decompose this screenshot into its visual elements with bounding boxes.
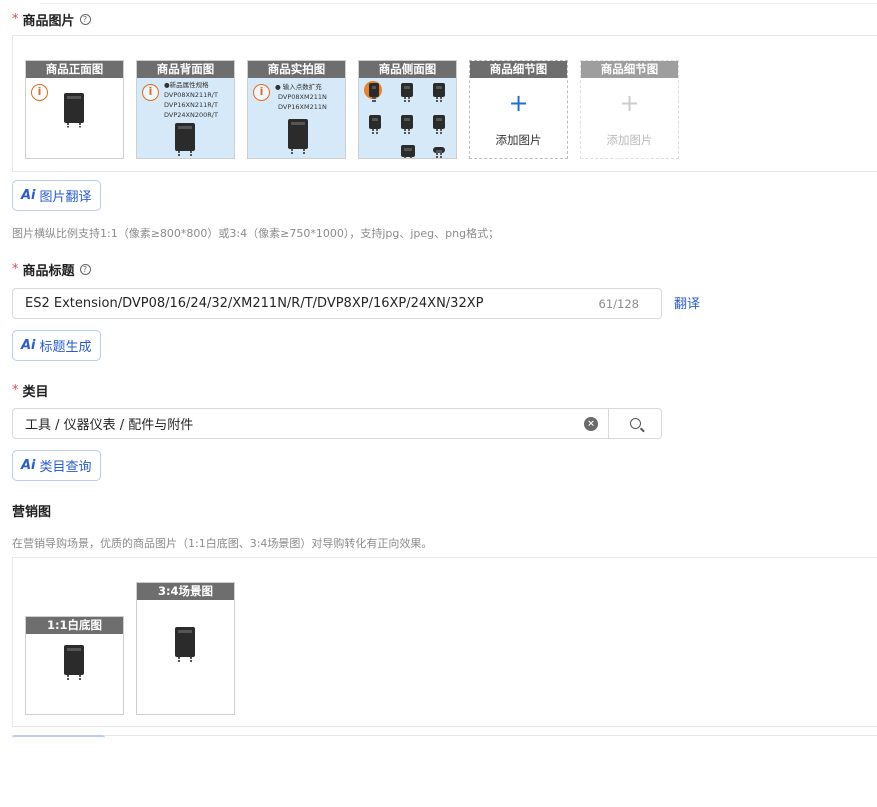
product-images-panel: 商品正面图 i 商品背面图 i ●新品属性规格 DVP08XN211R/T DV… bbox=[12, 35, 877, 172]
marketing-slot-caption: 3:4场景图 bbox=[137, 583, 234, 600]
product-photo bbox=[433, 147, 445, 156]
product-photo bbox=[175, 627, 195, 660]
product-photo bbox=[433, 83, 445, 100]
image-text: DVP16XM211N bbox=[278, 103, 327, 111]
required-mark: * bbox=[12, 262, 19, 277]
image-text: DVP16XN211R/T bbox=[164, 101, 218, 109]
add-image-label[interactable]: 添加图片 bbox=[470, 132, 567, 148]
image-translate-label: 图片翻译 bbox=[39, 190, 92, 205]
product-title-input[interactable]: ES2 Extension/DVP08/16/24/32/XM211N/R/T/… bbox=[12, 288, 662, 319]
product-photo bbox=[175, 123, 195, 154]
image-text: DVP24XN200R/T bbox=[164, 111, 218, 119]
category-search-button[interactable] bbox=[608, 409, 661, 438]
category-query-label: 类目查询 bbox=[39, 460, 92, 475]
plus-icon[interactable]: + bbox=[470, 89, 567, 117]
image-slot-caption: 商品细节图 bbox=[470, 61, 567, 78]
image-format-hint: 图片横纵比例支持1:1（像素≥800*800）或3:4（像素≥750*1000）… bbox=[12, 227, 500, 240]
image-slot-detail-add[interactable]: 商品细节图 + 添加图片 bbox=[469, 60, 568, 159]
category-label: * 类目 bbox=[12, 381, 49, 400]
image-text: DVP08XM211N bbox=[278, 93, 327, 101]
search-icon bbox=[629, 418, 641, 429]
marketing-heading: 营销图 bbox=[12, 505, 52, 520]
product-title-value[interactable]: ES2 Extension/DVP08/16/24/32/XM211N/R/T/… bbox=[13, 296, 599, 311]
category-select[interactable]: 工具 / 仪器仪表 / 配件与附件 × bbox=[12, 408, 662, 439]
warning-icon[interactable]: i bbox=[253, 84, 270, 101]
image-slot-real[interactable]: 商品实拍图 i ● 输入点数扩充 DVP08XM211N DVP16XM211N bbox=[247, 60, 346, 159]
warning-icon[interactable]: i bbox=[142, 84, 159, 101]
marketing-hint: 在营销导购场景，优质的商品图片（1:1白底图、3:4场景图）对导购转化有正向效果… bbox=[12, 537, 433, 550]
image-slot-side[interactable]: 商品侧面图 bbox=[358, 60, 457, 159]
clear-icon[interactable]: × bbox=[584, 416, 598, 431]
required-mark: * bbox=[12, 383, 19, 398]
marketing-slot-white-bg[interactable]: 1:1白底图 bbox=[25, 616, 124, 715]
help-icon[interactable]: ? bbox=[79, 264, 91, 275]
next-ai-button-edge bbox=[12, 735, 105, 738]
char-count: 61/128 bbox=[598, 296, 639, 311]
ai-icon: Ai bbox=[21, 188, 36, 203]
ai-icon: Ai bbox=[21, 458, 36, 473]
product-images-title: 商品图片 bbox=[22, 14, 75, 29]
title-generate-label: 标题生成 bbox=[39, 340, 92, 355]
image-slot-caption: 商品正面图 bbox=[26, 61, 123, 78]
image-text: ●新品属性规格 bbox=[164, 81, 209, 89]
product-photo bbox=[401, 83, 413, 100]
product-photo bbox=[401, 115, 413, 132]
required-mark: * bbox=[12, 12, 19, 27]
image-slot-caption: 商品背面图 bbox=[137, 61, 234, 78]
image-slot-caption: 商品细节图 bbox=[581, 61, 678, 78]
image-text: ● 输入点数扩充 bbox=[275, 83, 322, 91]
image-slot-caption: 商品侧面图 bbox=[359, 61, 456, 78]
image-slot-back[interactable]: 商品背面图 i ●新品属性规格 DVP08XN211R/T DVP16XN211… bbox=[136, 60, 235, 159]
ai-icon: Ai bbox=[21, 338, 36, 353]
add-image-label: 添加图片 bbox=[606, 133, 653, 147]
plus-icon: + bbox=[619, 89, 640, 117]
marketing-images-panel: 1:1白底图 3:4场景图 bbox=[12, 557, 877, 727]
product-title-heading: 商品标题 bbox=[22, 264, 75, 279]
product-photo bbox=[401, 145, 415, 158]
image-slot-caption: 商品实拍图 bbox=[248, 61, 345, 78]
translate-link[interactable]: 翻译 bbox=[674, 293, 700, 312]
marketing-slot-scene[interactable]: 3:4场景图 bbox=[136, 582, 235, 715]
category-heading: 类目 bbox=[22, 385, 49, 400]
help-icon[interactable]: ? bbox=[79, 14, 91, 25]
image-slot-front[interactable]: 商品正面图 i bbox=[25, 60, 124, 159]
product-photo bbox=[288, 119, 308, 152]
product-title-label: * 商品标题 ? bbox=[12, 260, 91, 279]
product-photo bbox=[64, 645, 84, 678]
product-photo bbox=[433, 115, 445, 132]
image-translate-button[interactable]: Ai 图片翻译 bbox=[12, 180, 101, 211]
product-photo bbox=[369, 83, 379, 100]
image-text: DVP08XN211R/T bbox=[164, 91, 218, 99]
title-generate-button[interactable]: Ai 标题生成 bbox=[12, 330, 101, 361]
category-query-button[interactable]: Ai 类目查询 bbox=[12, 450, 101, 481]
marketing-slot-caption: 1:1白底图 bbox=[26, 617, 123, 634]
marketing-label: 营销图 bbox=[12, 501, 51, 520]
category-value[interactable]: 工具 / 仪器仪表 / 配件与附件 bbox=[13, 414, 584, 433]
product-photo bbox=[369, 115, 381, 132]
product-photo bbox=[64, 93, 84, 126]
image-slot-detail-add-disabled: 商品细节图 + 添加图片 bbox=[580, 60, 679, 159]
top-divider bbox=[40, 3, 877, 4]
bottom-divider bbox=[12, 735, 877, 736]
warning-icon[interactable]: i bbox=[31, 84, 48, 101]
product-images-label: * 商品图片 ? bbox=[12, 10, 91, 29]
